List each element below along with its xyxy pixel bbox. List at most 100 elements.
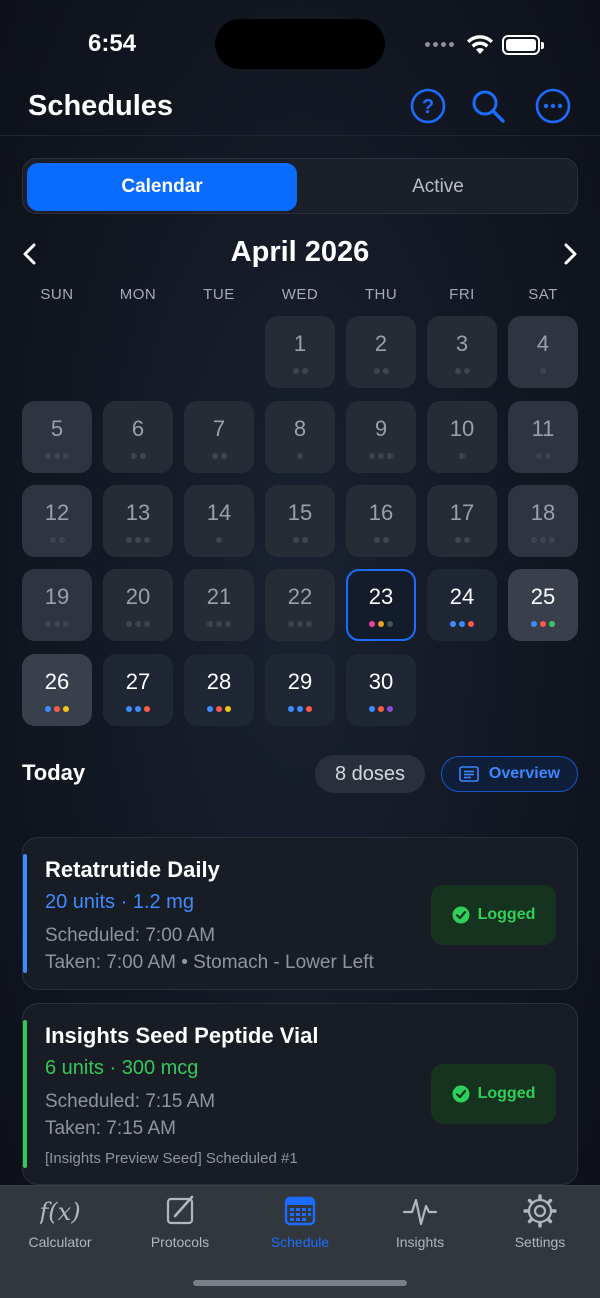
calendar-day[interactable]: 1 <box>265 316 335 388</box>
dose-dots <box>508 453 578 459</box>
day-number: 2 <box>374 331 388 356</box>
calendar-day[interactable]: 30 <box>346 654 416 726</box>
dose-taken-info: Taken: 7:15 AM <box>45 1118 176 1139</box>
calendar-day[interactable]: 26 <box>22 654 92 726</box>
tab-calculator[interactable]: ƒ(x) Calculator <box>0 1194 120 1254</box>
page-title: Schedules <box>28 90 174 122</box>
search-icon[interactable] <box>470 88 506 124</box>
calendar-day[interactable]: 8 <box>265 401 335 473</box>
calendar-day[interactable]: 10 <box>427 401 497 473</box>
dose-dot <box>207 706 213 712</box>
calendar-day[interactable]: 21 <box>184 569 254 641</box>
dose-dot <box>540 368 546 374</box>
dose-dot <box>535 453 542 459</box>
tab-settings[interactable]: Settings <box>480 1194 600 1254</box>
dose-dots <box>184 621 254 627</box>
dose-dot <box>306 621 312 627</box>
dose-dot <box>387 706 393 712</box>
calendar-day[interactable]: 27 <box>103 654 173 726</box>
status-time: 6:54 <box>88 30 137 57</box>
dose-dots <box>265 368 335 374</box>
day-number: 4 <box>536 331 550 356</box>
dose-dot <box>211 453 218 459</box>
dose-dot <box>531 621 537 627</box>
dose-dot <box>63 621 69 627</box>
calendar-day[interactable]: 12 <box>22 485 92 557</box>
next-month-icon[interactable] <box>558 242 582 266</box>
logged-status-button[interactable]: Logged <box>431 885 556 945</box>
dose-name: Insights Seed Peptide Vial <box>45 1023 319 1048</box>
day-number: 10 <box>449 416 475 441</box>
dose-dot <box>378 453 384 459</box>
calendar-day[interactable]: 5 <box>22 401 92 473</box>
dose-dot <box>297 621 303 627</box>
segment-active[interactable]: Active <box>301 163 575 211</box>
dose-dot <box>306 706 312 712</box>
dose-dots <box>265 453 335 459</box>
dose-dot <box>369 453 375 459</box>
calendar-day[interactable]: 16 <box>346 485 416 557</box>
calendar-day[interactable]: 2 <box>346 316 416 388</box>
dose-dot <box>126 537 132 543</box>
calendar-day[interactable]: 23 <box>346 569 416 641</box>
day-number: 1 <box>293 331 307 356</box>
calendar-day[interactable]: 17 <box>427 485 497 557</box>
day-number: 3 <box>455 331 469 356</box>
tab-protocols[interactable]: Protocols <box>120 1194 240 1254</box>
dose-accent-bar <box>23 854 27 973</box>
calendar-day[interactable]: 13 <box>103 485 173 557</box>
dose-dot <box>135 537 141 543</box>
dose-dot <box>378 621 384 627</box>
dose-card[interactable]: Insights Seed Peptide Vial 6 units · 300… <box>22 1003 578 1185</box>
dose-note: [Insights Preview Seed] Scheduled #1 <box>45 1150 298 1167</box>
calendar-day[interactable]: 20 <box>103 569 173 641</box>
calendar-day[interactable]: 22 <box>265 569 335 641</box>
calendar-day[interactable]: 9 <box>346 401 416 473</box>
weekday-label: SAT <box>528 286 558 303</box>
tab-schedule[interactable]: Schedule <box>240 1194 360 1254</box>
day-number: 7 <box>212 416 226 441</box>
day-number: 19 <box>44 584 70 609</box>
calendar-day[interactable]: 3 <box>427 316 497 388</box>
day-number: 24 <box>449 584 475 609</box>
calendar-day[interactable]: 11 <box>508 401 578 473</box>
dose-dot <box>288 621 294 627</box>
dose-dot <box>369 706 375 712</box>
dose-dots <box>346 537 416 543</box>
dynamic-island <box>215 19 385 69</box>
calendar-day[interactable]: 25 <box>508 569 578 641</box>
dose-dots <box>22 706 92 712</box>
calendar-day[interactable]: 14 <box>184 485 254 557</box>
dose-scheduled-time: Scheduled: 7:00 AM <box>45 925 216 946</box>
calendar-day[interactable]: 18 <box>508 485 578 557</box>
weekday-label: MON <box>119 286 157 303</box>
dose-dot <box>297 706 303 712</box>
calendar-day[interactable]: 19 <box>22 569 92 641</box>
list-icon <box>459 766 479 782</box>
logged-status-button[interactable]: Logged <box>431 1064 556 1124</box>
segment-calendar[interactable]: Calendar <box>27 163 297 211</box>
calendar-day[interactable]: 24 <box>427 569 497 641</box>
dose-dot <box>387 453 393 459</box>
dose-dot <box>139 453 146 459</box>
calendar-day[interactable]: 4 <box>508 316 578 388</box>
calendar-day[interactable]: 29 <box>265 654 335 726</box>
weekday-label: SUN <box>40 286 74 303</box>
overview-button[interactable]: Overview <box>441 756 578 792</box>
calendar-day[interactable]: 15 <box>265 485 335 557</box>
more-options-icon[interactable] <box>535 88 571 124</box>
dose-dot <box>292 368 299 374</box>
previous-month-icon[interactable] <box>18 242 42 266</box>
dose-dot <box>216 537 222 543</box>
calendar-day[interactable]: 28 <box>184 654 254 726</box>
tab-label: Settings <box>514 1234 566 1250</box>
calendar-day[interactable]: 7 <box>184 401 254 473</box>
dose-card[interactable]: Retatrutide Daily 20 units · 1.2 mg Sche… <box>22 837 578 990</box>
tab-insights[interactable]: Insights <box>360 1194 480 1254</box>
dose-dot <box>130 453 137 459</box>
dose-dots <box>184 706 254 712</box>
dose-scheduled-time: Scheduled: 7:15 AM <box>45 1091 216 1112</box>
calendar-day[interactable]: 6 <box>103 401 173 473</box>
help-icon[interactable]: ? <box>410 88 446 124</box>
dose-dots <box>265 706 335 712</box>
